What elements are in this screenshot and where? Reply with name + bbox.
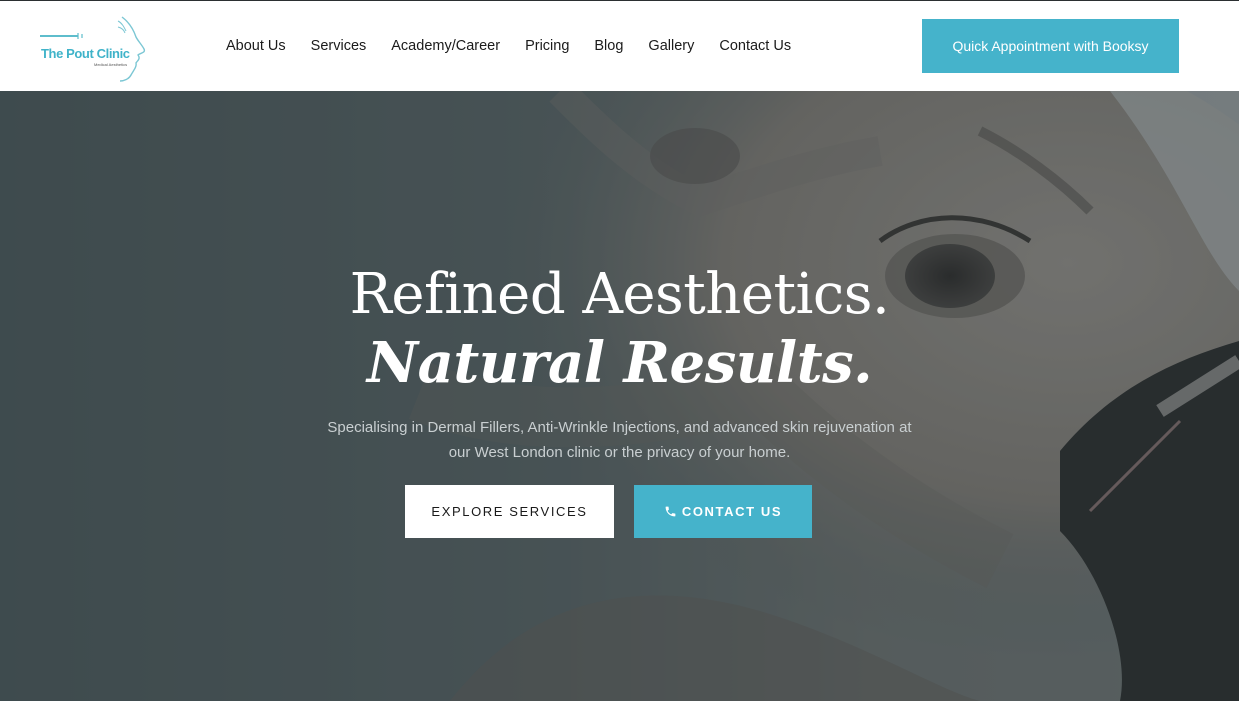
nav-contact-us[interactable]: Contact Us	[719, 38, 791, 54]
site-header: The Pout Clinic Medical Aesthetics About…	[0, 1, 1239, 91]
nav-services[interactable]: Services	[311, 38, 367, 54]
logo-wordmark: The Pout Clinic	[41, 46, 130, 61]
hero-subtitle: Specialising in Dermal Fillers, Anti-Wri…	[327, 419, 912, 461]
booksy-appointment-button[interactable]: Quick Appointment with Booksy	[922, 19, 1179, 73]
contact-us-button[interactable]: CONTACT US	[634, 485, 812, 538]
hero-headline: Refined Aesthetics. Natural Results.	[0, 261, 1239, 397]
logo-tagline: Medical Aesthetics	[94, 62, 128, 67]
nav-about-us[interactable]: About Us	[226, 38, 286, 54]
nav-blog[interactable]: Blog	[594, 38, 623, 54]
phone-icon	[665, 506, 676, 517]
hero-section: Refined Aesthetics. Natural Results. Spe…	[0, 91, 1239, 701]
contact-us-label: CONTACT US	[681, 504, 783, 519]
headline-line-2: Natural Results.	[366, 330, 873, 396]
explore-services-label: EXPLORE SERVICES	[431, 504, 588, 519]
headline-line-1: Refined Aesthetics.	[349, 262, 890, 327]
main-nav: About Us Services Academy/Career Pricing…	[226, 1, 816, 91]
nav-pricing[interactable]: Pricing	[525, 38, 569, 54]
nav-academy-career[interactable]: Academy/Career	[391, 38, 500, 54]
nav-gallery[interactable]: Gallery	[648, 38, 694, 54]
logo[interactable]: The Pout Clinic Medical Aesthetics	[38, 13, 150, 83]
explore-services-button[interactable]: EXPLORE SERVICES	[405, 485, 614, 538]
